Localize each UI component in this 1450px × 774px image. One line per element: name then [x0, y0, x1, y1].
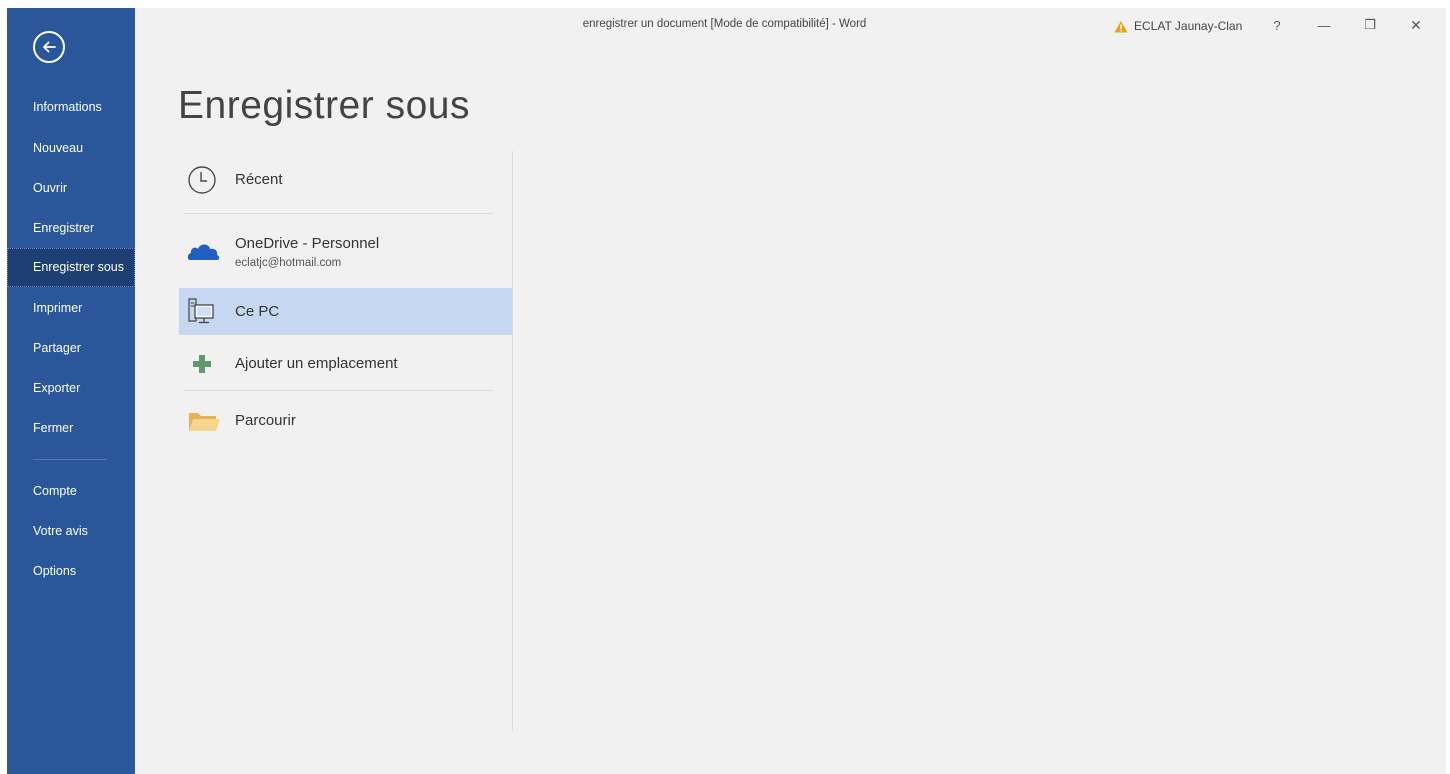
location-divider — [183, 213, 493, 214]
location-label: Ajouter un emplacement — [235, 355, 398, 372]
nav-item-ouvrir[interactable]: Ouvrir — [7, 170, 135, 206]
restore-button[interactable]: ❐ — [1356, 14, 1384, 36]
nav-item-fermer[interactable]: Fermer — [7, 410, 135, 446]
window-title-text: enregistrer un document [Mode de compati… — [582, 18, 867, 30]
help-button[interactable]: ? — [1263, 14, 1291, 36]
nav-item-nouveau[interactable]: Nouveau — [7, 130, 135, 166]
minimize-button[interactable]: — — [1310, 14, 1338, 36]
location-recent[interactable]: Récent — [179, 158, 512, 202]
computer-icon — [188, 298, 214, 324]
location-label: Ce PC — [235, 303, 280, 320]
folder-icon — [189, 413, 220, 431]
nav-item-exporter[interactable]: Exporter — [7, 370, 135, 406]
close-button[interactable]: ✕ — [1402, 14, 1430, 36]
location-label: Récent — [235, 171, 283, 188]
nav-item-options[interactable]: Options — [7, 553, 135, 589]
nav-item-enregistrer-sous[interactable]: Enregistrer sous — [7, 248, 135, 287]
nav-item-imprimer[interactable]: Imprimer — [7, 290, 135, 326]
backstage-sidebar: Informations Nouveau Ouvrir Enregistrer … — [7, 8, 135, 774]
sidebar-divider — [33, 459, 107, 460]
location-email: eclatjc@hotmail.com — [235, 257, 342, 269]
account-name: ECLAT Jaunay-Clan — [1134, 19, 1243, 33]
clock-icon — [188, 166, 216, 194]
back-arrow-icon — [43, 41, 56, 53]
back-button[interactable] — [33, 31, 65, 63]
location-label: OneDrive - Personnel — [235, 235, 380, 252]
onedrive-cloud-icon — [187, 244, 220, 260]
nav-item-compte[interactable]: Compte — [7, 473, 135, 509]
location-ce-pc[interactable]: Ce PC — [179, 288, 512, 335]
location-divider — [183, 390, 493, 391]
nav-item-partager[interactable]: Partager — [7, 330, 135, 366]
location-label: Parcourir — [235, 412, 296, 429]
plus-icon — [193, 355, 211, 373]
location-onedrive[interactable]: OneDrive - Personnel eclatjc@hotmail.com — [179, 228, 512, 278]
location-add-place[interactable]: Ajouter un emplacement — [179, 341, 512, 385]
nav-item-enregistrer[interactable]: Enregistrer — [7, 210, 135, 246]
warning-icon — [1114, 20, 1128, 32]
nav-item-informations[interactable]: Informations — [7, 89, 135, 125]
nav-item-votre-avis[interactable]: Votre avis — [7, 513, 135, 549]
word-backstage-window: Informations Nouveau Ouvrir Enregistrer … — [7, 8, 1446, 774]
page-title: Enregistrer sous — [178, 84, 470, 127]
column-divider — [512, 151, 513, 731]
location-browse[interactable]: Parcourir — [179, 400, 512, 444]
account-area[interactable]: ECLAT Jaunay-Clan — [1114, 17, 1242, 35]
